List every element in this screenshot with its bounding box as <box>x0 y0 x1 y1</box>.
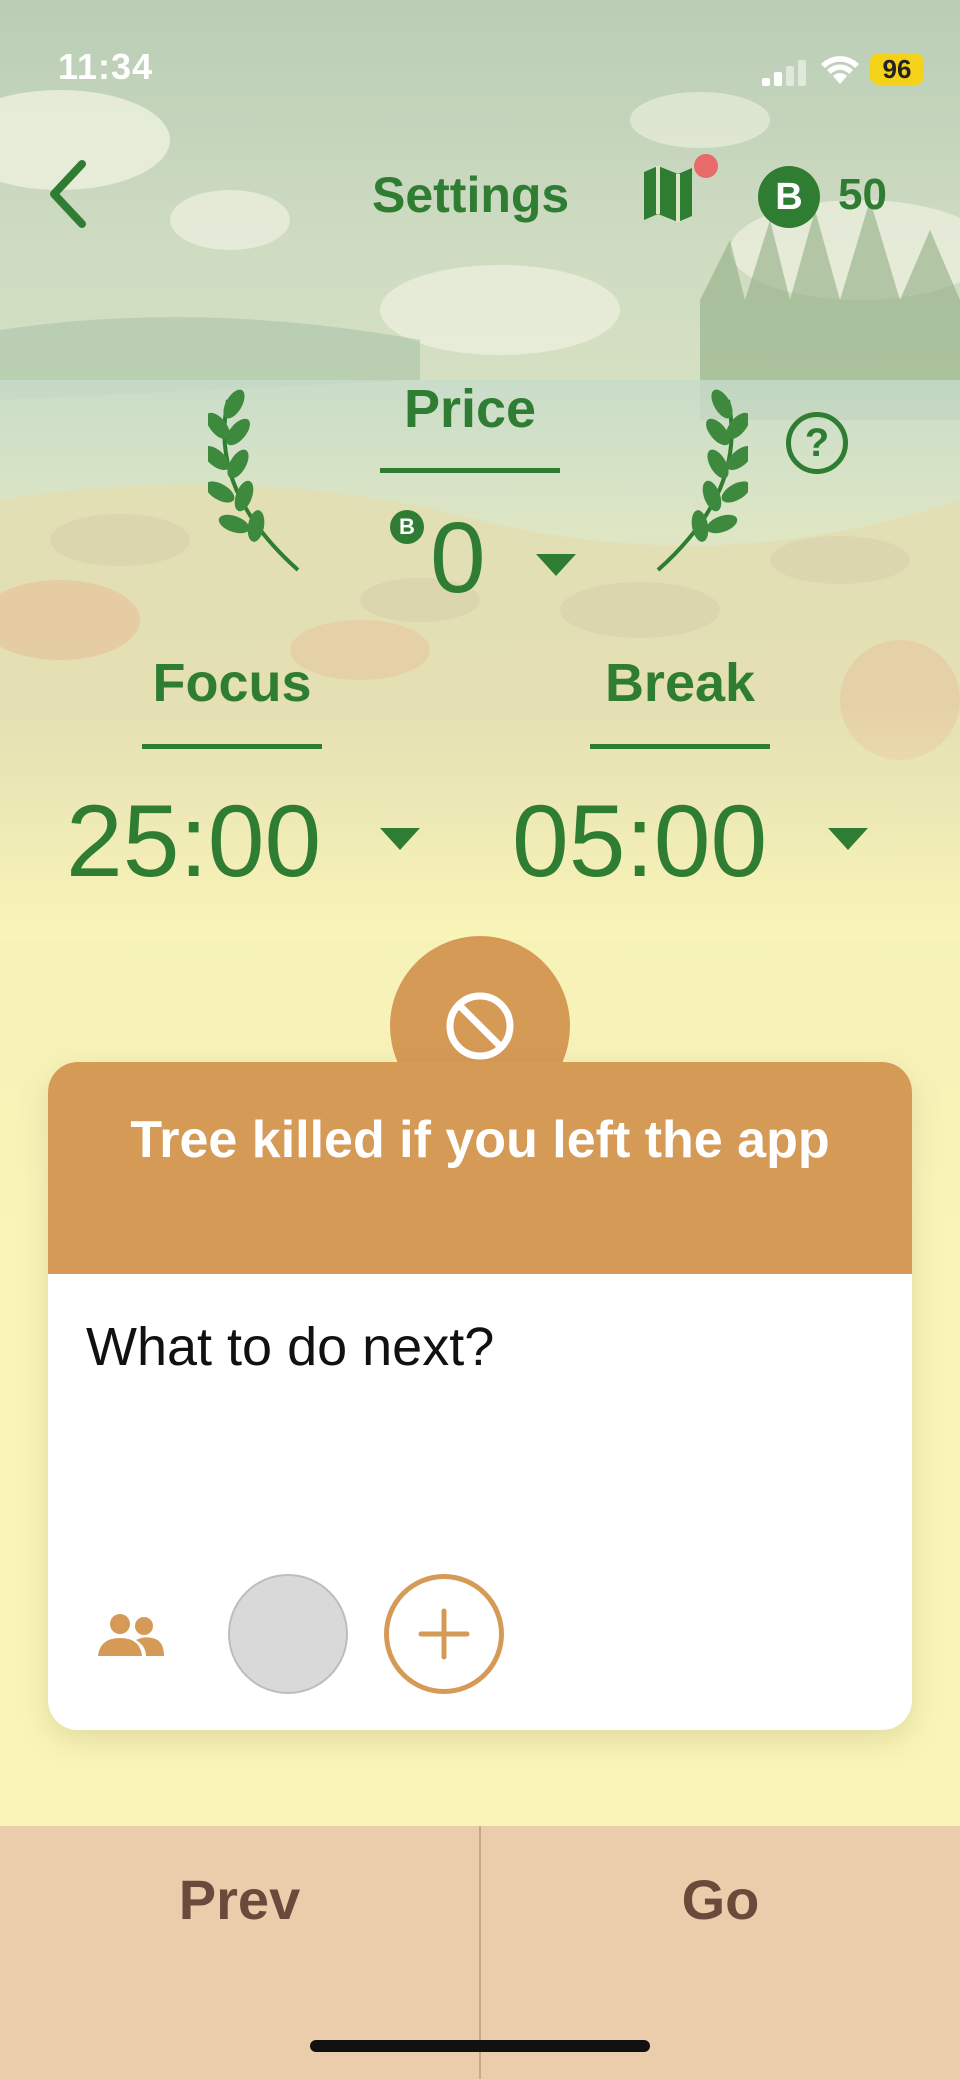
price-value[interactable]: 0 <box>430 508 486 608</box>
break-time-value[interactable]: 05:00 <box>512 790 767 892</box>
coin-icon: B <box>758 166 820 228</box>
battery-indicator: 96 <box>870 53 924 85</box>
map-icon[interactable] <box>640 164 696 224</box>
plus-icon <box>418 1608 470 1660</box>
break-dropdown-icon[interactable] <box>828 828 868 850</box>
focus-label: Focus <box>152 653 312 713</box>
prev-button[interactable]: Prev <box>0 1826 479 1974</box>
nav-settings-title[interactable]: Settings <box>372 166 569 224</box>
break-underline <box>590 744 770 749</box>
go-button[interactable]: Go <box>481 1826 960 1974</box>
wifi-icon <box>821 56 859 84</box>
notification-dot <box>694 154 718 178</box>
cellular-signal-icon <box>762 60 806 86</box>
price-underline <box>380 468 560 473</box>
laurel-left-icon <box>208 389 300 572</box>
status-time: 11:34 <box>58 46 154 87</box>
price-label: Price <box>403 379 537 439</box>
break-label: Break <box>604 653 756 713</box>
coin-balance: 50 <box>838 170 887 219</box>
mode-card-title: Tree killed if you left the app <box>130 1111 830 1169</box>
laurel-right-icon <box>656 389 748 572</box>
focus-time-value[interactable]: 25:00 <box>66 790 321 892</box>
mode-card-header[interactable]: Tree killed if you left the app <box>48 1062 912 1274</box>
back-icon[interactable] <box>48 158 88 230</box>
add-friend-button[interactable] <box>384 1574 504 1694</box>
focus-underline <box>142 744 322 749</box>
app-screen: 11:34 96 Settings B 50 Price B 0 ? Focus… <box>0 0 960 2079</box>
avatar[interactable] <box>228 1574 348 1694</box>
price-dropdown-icon[interactable] <box>536 554 576 576</box>
task-question[interactable]: What to do next? <box>86 1316 494 1378</box>
home-indicator[interactable] <box>310 2040 650 2052</box>
focus-dropdown-icon[interactable] <box>380 828 420 850</box>
mode-card: Tree killed if you left the app What to … <box>48 1062 912 1730</box>
people-icon[interactable] <box>96 1612 166 1660</box>
price-coin-icon: B <box>390 510 424 544</box>
help-icon[interactable]: ? <box>786 412 848 474</box>
ban-icon <box>446 992 514 1060</box>
